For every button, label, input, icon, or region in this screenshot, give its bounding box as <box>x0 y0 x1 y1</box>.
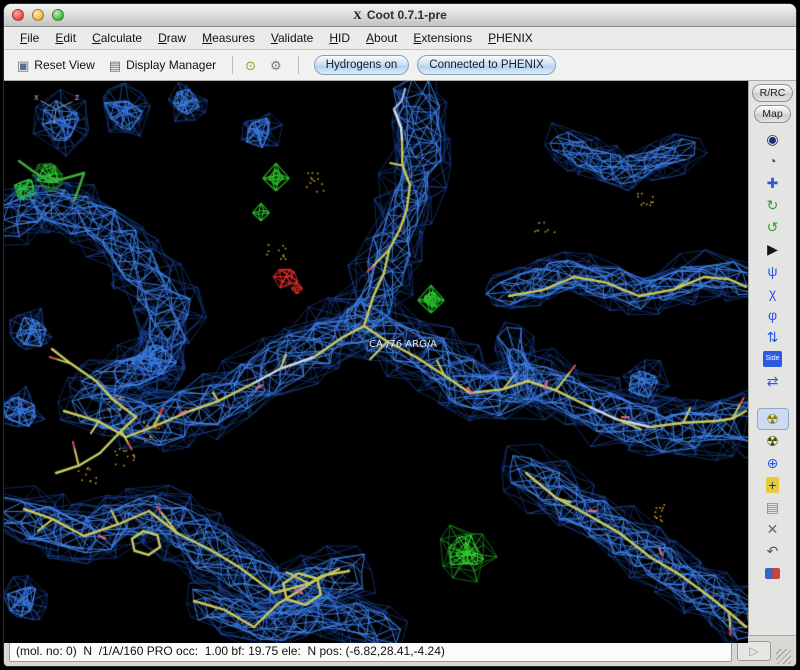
menu-item-edit[interactable]: Edit <box>47 29 84 47</box>
torsion-general-icon: φ <box>767 307 778 323</box>
menu-item-hid[interactable]: HID <box>321 29 358 47</box>
rrc-button[interactable]: R/RC <box>751 84 794 102</box>
reset-view-icon: ▣ <box>17 57 30 73</box>
clear-pending-icon: ▤ <box>765 499 780 515</box>
add-terminal-residue-icon: ☢ <box>766 411 779 427</box>
hydrogens-toggle-button[interactable]: Hydrogens on <box>313 55 410 75</box>
reset-view-button[interactable]: ▣ Reset View <box>12 56 100 74</box>
flip-peptide-button[interactable]: ⇅ <box>757 326 789 348</box>
x11-icon: X <box>353 8 362 22</box>
minimize-button[interactable] <box>32 9 44 21</box>
toolbar-separator <box>297 56 299 74</box>
menu-item-validate[interactable]: Validate <box>263 29 322 47</box>
clear-pending-button[interactable]: ▤ <box>757 496 789 518</box>
resize-grip[interactable] <box>776 649 791 664</box>
torsion-general-button[interactable]: φ <box>757 304 789 326</box>
close-button[interactable] <box>12 9 24 21</box>
preferences-icon: ⚙ <box>270 57 282 73</box>
regularize-zone-button[interactable]: ◔ <box>757 150 789 172</box>
titlebar[interactable]: X Coot 0.7.1-pre <box>4 4 796 27</box>
play-icon: ▷ <box>749 644 759 658</box>
coot-window: X Coot 0.7.1-pre File Edit Calculate Draw… <box>3 3 797 667</box>
edit-chi-angles-button[interactable]: χ <box>757 282 789 304</box>
menu-item-draw[interactable]: Draw <box>150 29 194 47</box>
main-area: CA /76 ARG/A R/RC Map ◉ ◔ ✚ ↻ ↺ ▶ ψ χ φ … <box>4 81 796 643</box>
phenix-connection-button[interactable]: Connected to PHENIX <box>417 55 556 75</box>
rotamers-icon: ψ <box>767 263 778 279</box>
reset-view-label: Reset View <box>34 58 95 72</box>
run-refmac-icon <box>765 567 780 579</box>
auto-fit-rotamer-button[interactable]: ▶ <box>757 238 789 260</box>
go-to-atom-icon: ⊙ <box>245 57 257 73</box>
side-chain-180-button[interactable]: Side <box>757 348 789 370</box>
mutate-residue-icon: ⇄ <box>766 373 779 389</box>
rigid-body-fit-button[interactable]: ↻ <box>757 194 789 216</box>
right-panel: R/RC Map ◉ ◔ ✚ ↻ ↺ ▶ ψ χ φ ⇅ Side ⇄ ☢ ☢ … <box>748 81 796 635</box>
side-chain-180-icon: Side <box>763 351 782 367</box>
auto-fit-rotamer-icon: ▶ <box>767 241 778 257</box>
status-text: (mol. no: 0) N /1/A/160 PRO occ: 1.00 bf… <box>9 640 732 662</box>
display-manager-label: Display Manager <box>126 58 217 72</box>
mutate-residue-button[interactable]: ⇄ <box>757 370 789 392</box>
delete-item-button[interactable]: ✕ <box>757 518 789 540</box>
run-refmac-button[interactable] <box>757 562 789 584</box>
menu-item-file[interactable]: File <box>12 29 47 47</box>
rotamers-button[interactable]: ψ <box>757 260 789 282</box>
traffic-lights <box>12 9 72 21</box>
place-atom-icon: + <box>766 477 779 493</box>
display-manager-button[interactable]: ▤ Display Manager <box>104 56 221 74</box>
real-space-refine-button[interactable]: ◉ <box>757 128 789 150</box>
rigid-body-fit-icon: ↻ <box>766 197 779 213</box>
delete-item-icon: ✕ <box>766 521 779 537</box>
flip-peptide-icon: ⇅ <box>766 329 779 345</box>
zoom-button[interactable] <box>52 9 64 21</box>
molecular-viewport[interactable] <box>4 81 748 643</box>
viewport-container: CA /76 ARG/A <box>4 81 748 643</box>
menubar: File Edit Calculate Draw Measures Valida… <box>4 27 796 50</box>
go-to-atom-button[interactable]: ⊙ <box>240 57 261 74</box>
add-terminal-residue-button[interactable]: ☢ <box>756 408 789 430</box>
menu-item-extensions[interactable]: Extensions <box>405 29 480 47</box>
menu-item-phenix[interactable]: PHENIX <box>480 29 541 47</box>
regularize-zone-icon: ◔ <box>768 153 777 169</box>
simple-mutate-icon: ⊕ <box>766 455 779 471</box>
place-atom-button[interactable]: + <box>757 474 789 496</box>
window-title-text: Coot 0.7.1-pre <box>366 8 447 22</box>
add-alt-conf-icon: ☢ <box>766 433 779 449</box>
menu-item-measures[interactable]: Measures <box>194 29 263 47</box>
add-alt-conf-button[interactable]: ☢ <box>757 430 789 452</box>
display-manager-icon: ▤ <box>108 57 122 73</box>
undo-button[interactable]: ↶ <box>757 540 789 562</box>
fix-atoms-button[interactable]: ✚ <box>757 172 789 194</box>
fix-atoms-icon: ✚ <box>766 175 779 191</box>
play-button[interactable]: ▷ <box>737 641 771 661</box>
main-toolbar: ▣ Reset View ▤ Display Manager ⊙ ⚙ Hydro… <box>4 50 796 81</box>
preferences-button[interactable]: ⚙ <box>265 57 287 74</box>
toolbar-separator <box>232 56 234 74</box>
edit-chi-angles-icon: χ <box>768 285 777 301</box>
real-space-refine-icon: ◉ <box>766 131 779 147</box>
menu-item-about[interactable]: About <box>358 29 405 47</box>
undo-icon: ↶ <box>766 543 779 559</box>
window-title: X Coot 0.7.1-pre <box>353 8 447 22</box>
rotate-translate-icon: ↺ <box>766 219 779 235</box>
simple-mutate-button[interactable]: ⊕ <box>757 452 789 474</box>
modelling-toolbar: ◉ ◔ ✚ ↻ ↺ ▶ ψ χ φ ⇅ Side ⇄ ☢ ☢ ⊕ + ▤ ✕ ↶ <box>756 128 789 584</box>
map-button[interactable]: Map <box>754 105 791 123</box>
menu-item-calculate[interactable]: Calculate <box>84 29 150 47</box>
rotate-translate-button[interactable]: ↺ <box>757 216 789 238</box>
